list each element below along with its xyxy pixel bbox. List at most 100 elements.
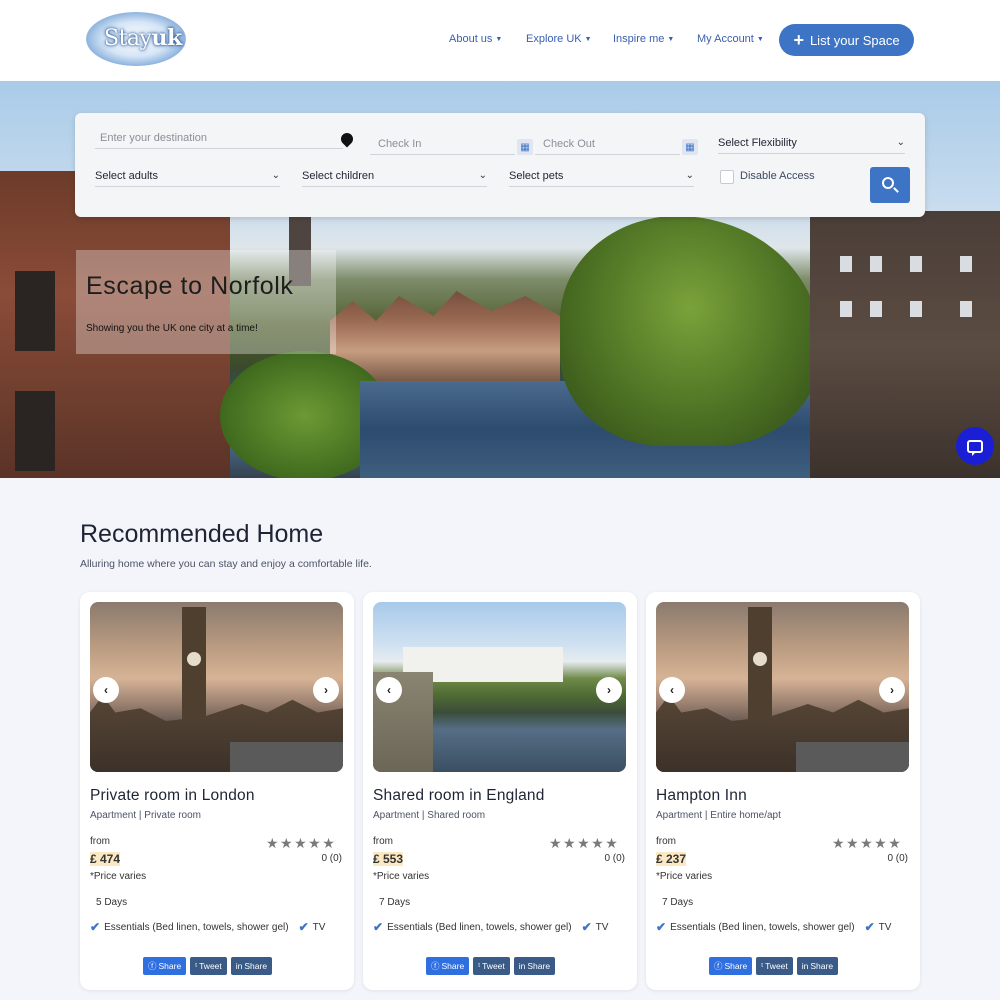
destination-input[interactable]: Enter your destination (95, 127, 343, 149)
twitter-tweet-button[interactable]: ᵗ Tweet (190, 957, 227, 975)
amenity-essentials: Essentials (Bed linen, towels, shower ge… (670, 921, 855, 933)
chevron-right-icon: › (890, 683, 894, 697)
amenity-essentials: Essentials (Bed linen, towels, shower ge… (104, 921, 289, 933)
listing-type: Apartment | Shared room (373, 810, 486, 821)
listing-card[interactable]: ‹ › Shared room in England Apartment | S… (363, 592, 637, 990)
facebook-share-button[interactable]: ⓕ Share (709, 957, 753, 975)
linkedin-share-button[interactable]: in Share (230, 957, 273, 975)
listing-title[interactable]: Private room in London (90, 787, 255, 805)
check-icon: ✔ (656, 920, 667, 934)
calendar-icon[interactable]: ▦ (682, 139, 698, 155)
pets-value: Select pets (509, 169, 564, 182)
hero-subtitle: Showing you the UK one city at a time! (86, 323, 258, 334)
chevron-down-icon: ⌄ (271, 170, 280, 181)
nav-inspire-me[interactable]: Inspire me ▼ (613, 33, 674, 45)
disable-access-checkbox[interactable] (720, 170, 734, 184)
listing-image[interactable]: ‹ › (90, 602, 343, 772)
destination-placeholder: Enter your destination (100, 131, 208, 144)
listing-price: £ 237 (656, 852, 687, 866)
hero-caption: Escape to Norfolk Showing you the UK one… (76, 250, 336, 354)
caret-down-icon: ▼ (584, 35, 592, 43)
star-rating-icon: ★★★★★ (266, 835, 337, 851)
listing-image[interactable]: ‹ › (373, 602, 626, 772)
price-varies-note: *Price varies (656, 871, 713, 882)
chevron-left-icon: ‹ (670, 683, 674, 697)
facebook-icon: ⓕ (714, 961, 723, 971)
stay-duration: 7 Days (379, 897, 411, 908)
amenity-essentials: Essentials (Bed linen, towels, shower ge… (387, 921, 572, 933)
share-buttons: ⓕ Share ᵗ Tweet in Share (709, 957, 839, 975)
facebook-icon: ⓕ (431, 961, 440, 971)
facebook-share-label: Share (441, 961, 465, 971)
list-your-space-button[interactable]: + List your Space (779, 24, 914, 56)
hero-title: Escape to Norfolk (86, 272, 294, 300)
price-varies-note: *Price varies (90, 871, 147, 882)
price-varies-note: *Price varies (373, 871, 430, 882)
price-from-label: from (90, 836, 110, 847)
chevron-down-icon: ⌄ (685, 170, 694, 181)
linkedin-share-button[interactable]: in Share (796, 957, 839, 975)
listing-image[interactable]: ‹ › (656, 602, 909, 772)
amenity-tv: TV (878, 921, 892, 933)
listing-card[interactable]: ‹ › Hampton Inn Apartment | Entire home/… (646, 592, 920, 990)
pets-select[interactable]: Select pets ⌄ (509, 165, 694, 187)
listing-card[interactable]: ‹ › Private room in London Apartment | P… (80, 592, 354, 990)
share-buttons: ⓕ Share ᵗ Tweet in Share (143, 957, 273, 975)
caret-down-icon: ▼ (756, 35, 764, 43)
search-icon (882, 177, 894, 189)
check-icon: ✔ (90, 920, 101, 934)
rating-count: 0 (0) (604, 853, 625, 864)
carousel-next-button[interactable]: › (879, 677, 905, 703)
carousel-prev-button[interactable]: ‹ (659, 677, 685, 703)
adults-select[interactable]: Select adults ⌄ (95, 165, 280, 187)
adults-value: Select adults (95, 169, 158, 182)
check-out-placeholder: Check Out (543, 137, 595, 150)
caret-down-icon: ▼ (495, 35, 503, 43)
search-panel: Enter your destination Check In ▦ Check … (75, 113, 925, 217)
amenity-tv: TV (312, 921, 326, 933)
flexibility-value: Select Flexibility (718, 136, 797, 149)
twitter-tweet-button[interactable]: ᵗ Tweet (473, 957, 510, 975)
carousel-next-button[interactable]: › (596, 677, 622, 703)
check-icon: ✔ (298, 920, 309, 934)
twitter-icon: ᵗ (761, 961, 764, 971)
check-in-input[interactable]: Check In (370, 133, 515, 155)
facebook-share-label: Share (724, 961, 748, 971)
price-from-label: from (373, 836, 393, 847)
linkedin-share-label: Share (527, 961, 551, 971)
carousel-prev-button[interactable]: ‹ (376, 677, 402, 703)
nav-my-account[interactable]: My Account ▼ (697, 33, 764, 45)
carousel-prev-button[interactable]: ‹ (93, 677, 119, 703)
section-subtitle: Alluring home where you can stay and enj… (80, 558, 372, 570)
rating-count: 0 (0) (321, 853, 342, 864)
flexibility-select[interactable]: Select Flexibility ⌄ (718, 132, 905, 154)
facebook-share-button[interactable]: ⓕ Share (143, 957, 187, 975)
chevron-left-icon: ‹ (104, 683, 108, 697)
plus-icon: + (793, 30, 804, 50)
search-button[interactable] (870, 167, 910, 203)
nav-explore-uk[interactable]: Explore UK ▼ (526, 33, 592, 45)
chevron-right-icon: › (324, 683, 328, 697)
carousel-next-button[interactable]: › (313, 677, 339, 703)
star-rating-icon: ★★★★★ (549, 835, 620, 851)
check-out-input[interactable]: Check Out (535, 133, 680, 155)
facebook-share-button[interactable]: ⓕ Share (426, 957, 470, 975)
twitter-icon: ᵗ (195, 961, 198, 971)
price-from-label: from (656, 836, 676, 847)
listing-title[interactable]: Shared room in England (373, 787, 545, 805)
check-icon: ✔ (864, 920, 875, 934)
calendar-icon[interactable]: ▦ (517, 139, 533, 155)
linkedin-share-button[interactable]: in Share (513, 957, 556, 975)
bridge (796, 742, 909, 772)
nav-about-us[interactable]: About us ▼ (449, 33, 502, 45)
twitter-tweet-button[interactable]: ᵗ Tweet (756, 957, 793, 975)
children-select[interactable]: Select children ⌄ (302, 165, 487, 187)
linkedin-icon: in (235, 961, 243, 971)
stayuk-logo[interactable]: Stayuk (86, 12, 186, 66)
linkedin-icon: in (518, 961, 526, 971)
chevron-right-icon: › (607, 683, 611, 697)
chat-button[interactable] (956, 427, 994, 465)
check-icon: ✔ (373, 920, 384, 934)
listing-title[interactable]: Hampton Inn (656, 787, 747, 805)
check-icon: ✔ (581, 920, 592, 934)
